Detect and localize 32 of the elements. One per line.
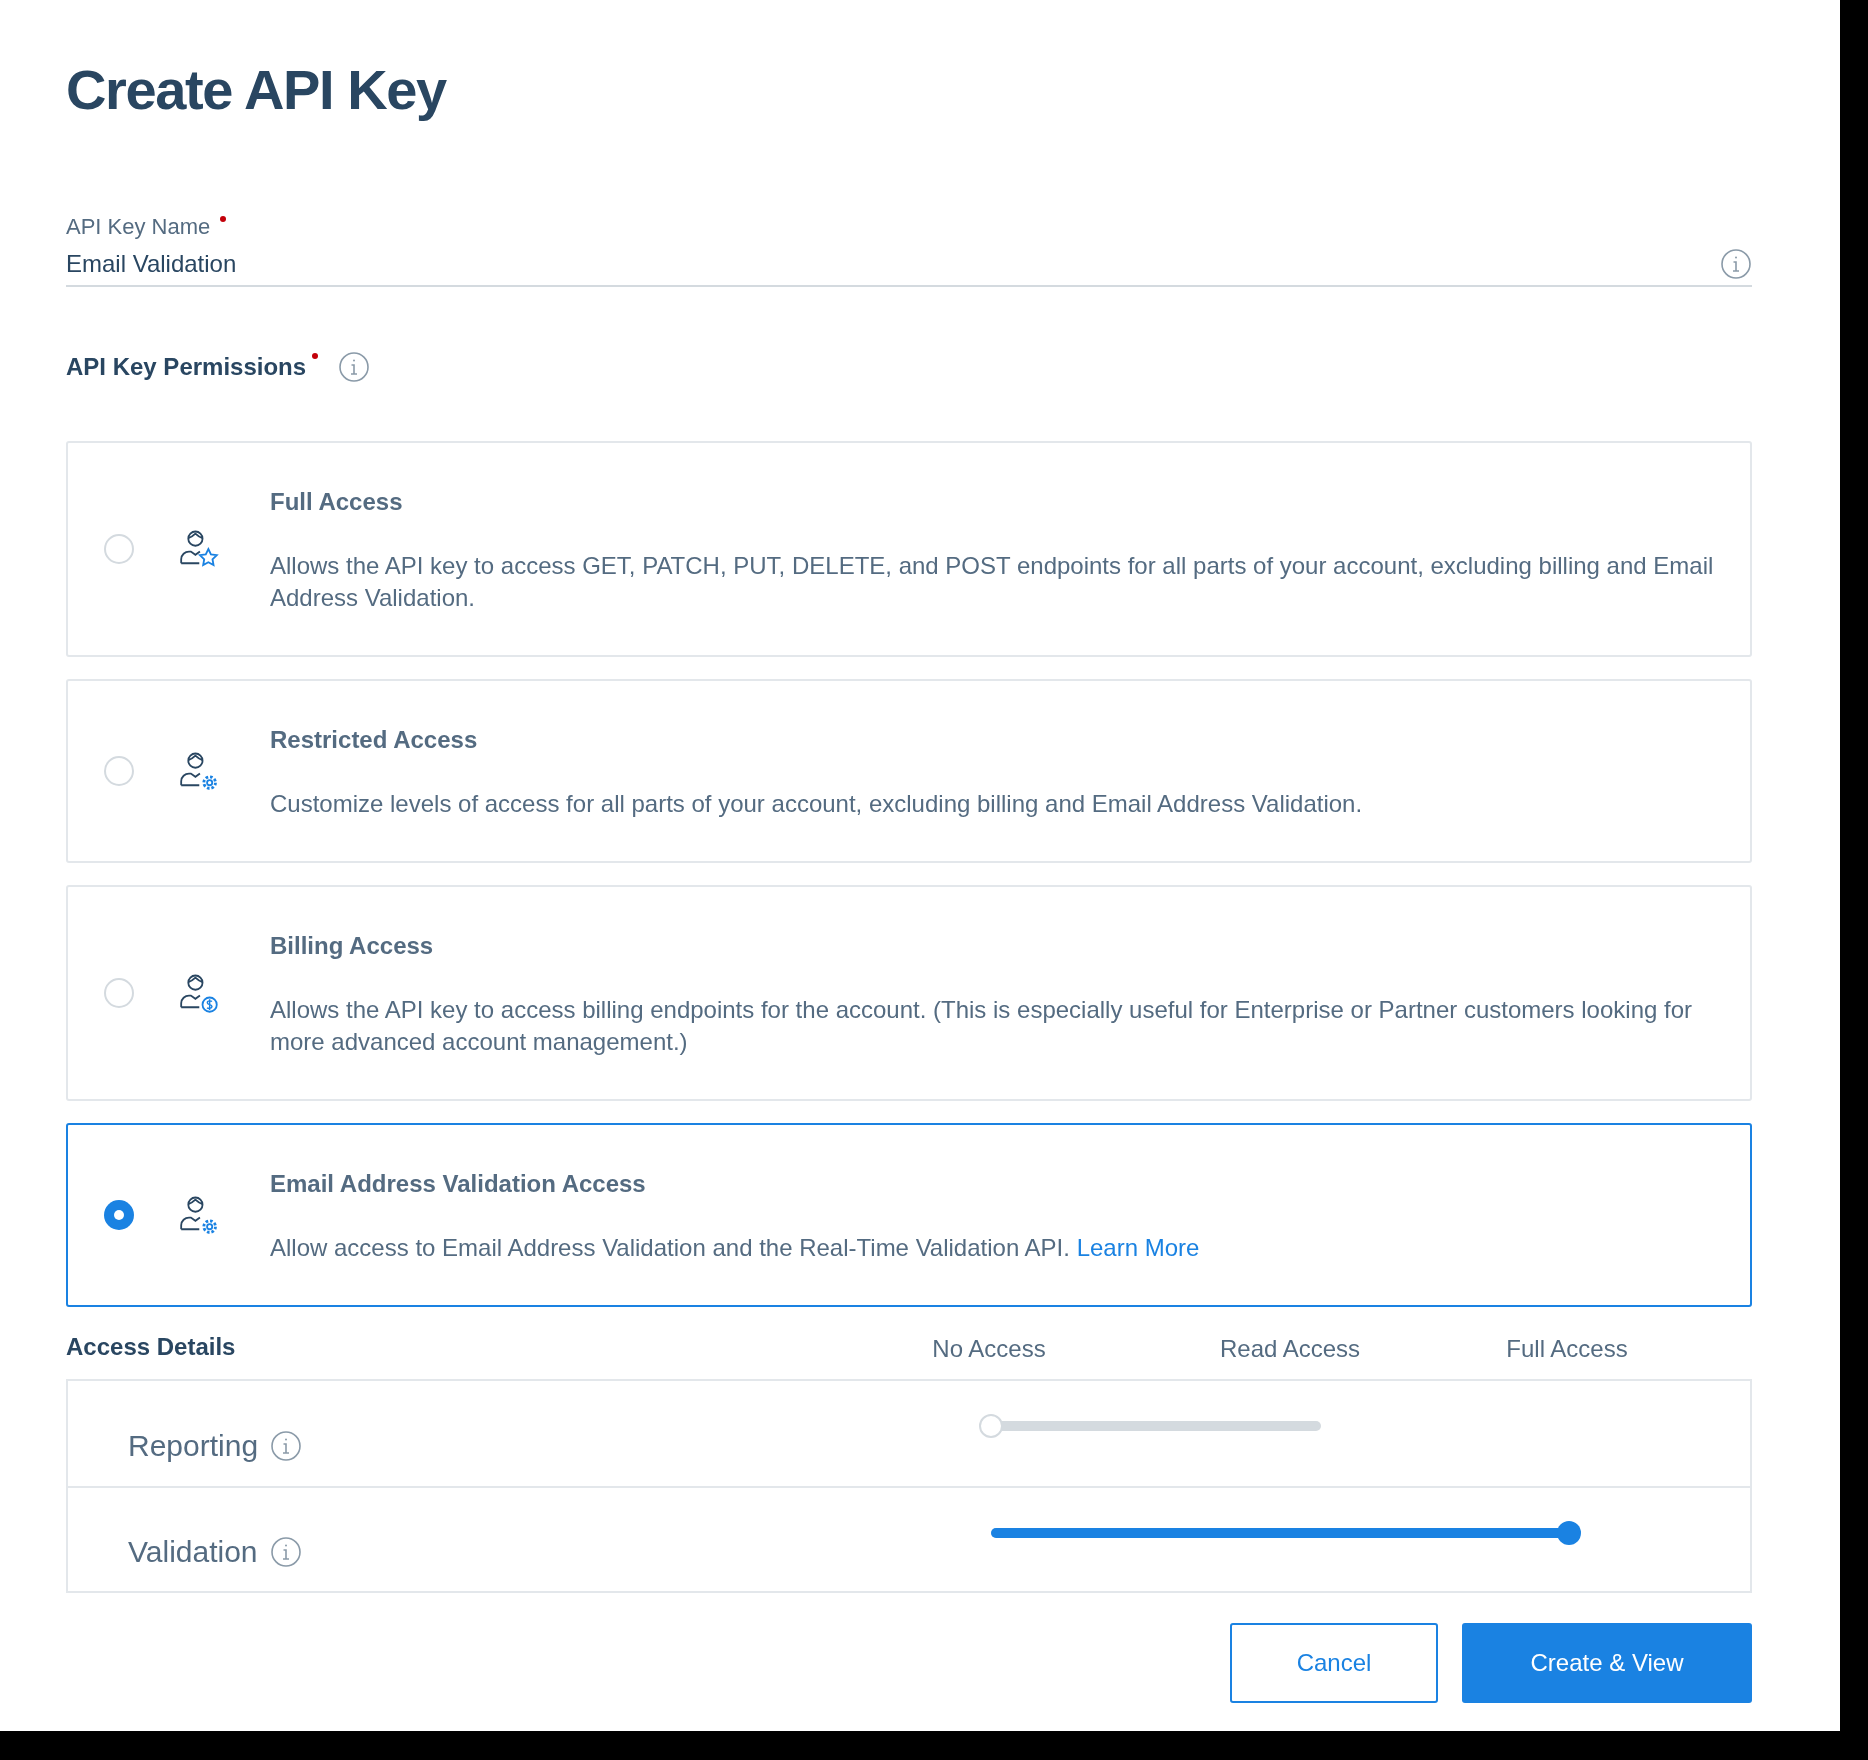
option-title: Restricted Access [270,725,479,755]
learn-more-link[interactable]: Learn More [1076,1234,1200,1261]
column-header: Read Access [1219,1334,1361,1364]
cancel-button[interactable]: Cancel [1230,1623,1438,1703]
option-description: Allows the API key to access GET, PATCH, PUT, DELETE, and POST endpoints for all parts of your account, excluding billing and Email Address Validation. [270,551,1715,613]
info-icon[interactable] [269,1535,302,1568]
permission-card[interactable]: Full Access Allows the API key to access GET, PATCH, PUT, DELETE, and POST endpoints for all parts of your account, excluding billing and Email Address Validation. [66,441,1752,657]
radio-button[interactable] [104,1200,134,1230]
info-icon[interactable] [270,1429,303,1462]
option-description: Allows the API key to access billing endpoints for the account. (This is especially useful for Enterprise or Partner customers looking for more advanced account management.) [270,995,1693,1057]
radio-button[interactable] [104,756,134,786]
section-heading: Access Details [66,1332,236,1362]
text-field[interactable]: Email Validation [66,246,1720,282]
row-label: Reporting [128,1428,259,1464]
row-label: Validation [128,1534,258,1570]
option-title: Full Access [270,487,404,517]
option-title: Billing Access [270,931,435,961]
radio-button[interactable] [104,978,134,1008]
column-header: Full Access [1506,1334,1628,1364]
radio-button[interactable] [104,534,134,564]
create-button[interactable]: Create & View [1462,1623,1752,1703]
field-label: API Key Name [66,213,211,241]
permission-card[interactable]: Restricted Access Customize levels of access for all parts of your account, excluding billing and Email Address Validation. [66,679,1752,863]
permission-card[interactable]: Billing Access Allows the API key to access billing endpoints for the account. (This is especially useful for Enterprise or Partner customers looking for more advanced account management.) [66,885,1752,1101]
info-icon[interactable] [1720,248,1752,280]
info-icon[interactable] [338,351,371,383]
option-description: Customize levels of access for all parts of your account, excluding billing and Email Address Validation. [270,789,1363,819]
column-header: No Access [932,1334,1046,1364]
section-heading: API Key Permissions [66,352,307,382]
permission-card[interactable]: Email Address Validation Access Allow access to Email Address Validation and the Real-Time Validation API. Learn More [66,1123,1752,1307]
option-description: Allow access to Email Address Validation and the Real-Time Validation API. Learn More [270,1233,1200,1263]
option-title: Email Address Validation Access [270,1169,647,1199]
